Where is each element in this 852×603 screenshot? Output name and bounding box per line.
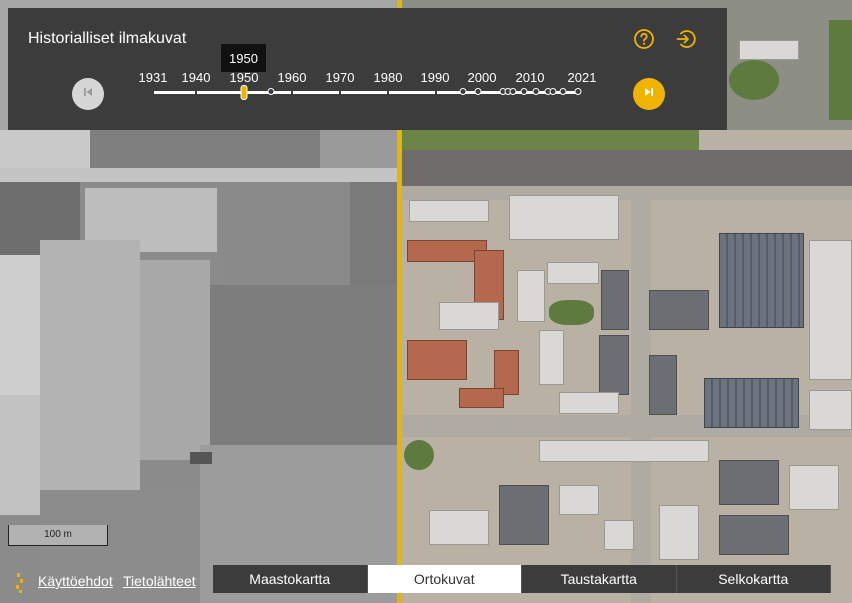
year-tick[interactable] bbox=[532, 88, 540, 95]
year-label: 2010 bbox=[515, 70, 545, 85]
year-tick[interactable] bbox=[574, 88, 582, 95]
historical-photos-panel: Historialliset ilmakuvat 1931 1940 1950 … bbox=[8, 8, 727, 130]
year-label: 1970 bbox=[325, 70, 355, 85]
tab-selkokartta[interactable]: Selkokartta bbox=[676, 565, 831, 593]
year-tick[interactable] bbox=[549, 88, 557, 95]
footprints-icon bbox=[14, 572, 24, 594]
year-tick[interactable] bbox=[509, 88, 517, 95]
year-tick[interactable] bbox=[474, 88, 482, 95]
year-label: 1980 bbox=[373, 70, 403, 85]
selected-year-tooltip: 1950 bbox=[221, 44, 266, 72]
footer-links: Käyttöehdot Tietolähteet bbox=[0, 565, 212, 603]
skip-forward-icon bbox=[643, 85, 655, 103]
skip-back-icon bbox=[82, 85, 94, 103]
terms-of-use-link[interactable]: Käyttöehdot bbox=[38, 573, 113, 589]
panel-title: Historialliset ilmakuvat bbox=[28, 30, 187, 47]
previous-year-button[interactable] bbox=[72, 78, 104, 110]
sign-in-icon[interactable] bbox=[675, 28, 697, 50]
year-tick[interactable] bbox=[520, 88, 528, 95]
tab-ortokuvat[interactable]: Ortokuvat bbox=[367, 565, 522, 593]
year-label: 1990 bbox=[420, 70, 450, 85]
tab-taustakartta[interactable]: Taustakartta bbox=[522, 565, 677, 593]
scale-label: 100 m bbox=[44, 529, 72, 540]
year-label: 1960 bbox=[277, 70, 307, 85]
data-sources-link[interactable]: Tietolähteet bbox=[123, 573, 196, 589]
question-circle-icon[interactable] bbox=[633, 28, 655, 50]
year-tick[interactable] bbox=[267, 88, 275, 95]
year-label: 2021 bbox=[567, 70, 597, 85]
basemap-tabs: Maastokartta Ortokuvat Taustakartta Selk… bbox=[213, 565, 831, 593]
scale-bar: 100 m bbox=[8, 525, 108, 546]
year-label: 1950 bbox=[229, 70, 259, 85]
year-tick[interactable] bbox=[459, 88, 467, 95]
year-label: 1931 bbox=[138, 70, 168, 85]
tab-maastokartta[interactable]: Maastokartta bbox=[213, 565, 368, 593]
next-year-button[interactable] bbox=[633, 78, 665, 110]
year-slider-thumb[interactable] bbox=[240, 85, 248, 100]
year-tick[interactable] bbox=[559, 88, 567, 95]
year-label: 2000 bbox=[467, 70, 497, 85]
year-label: 1940 bbox=[181, 70, 211, 85]
